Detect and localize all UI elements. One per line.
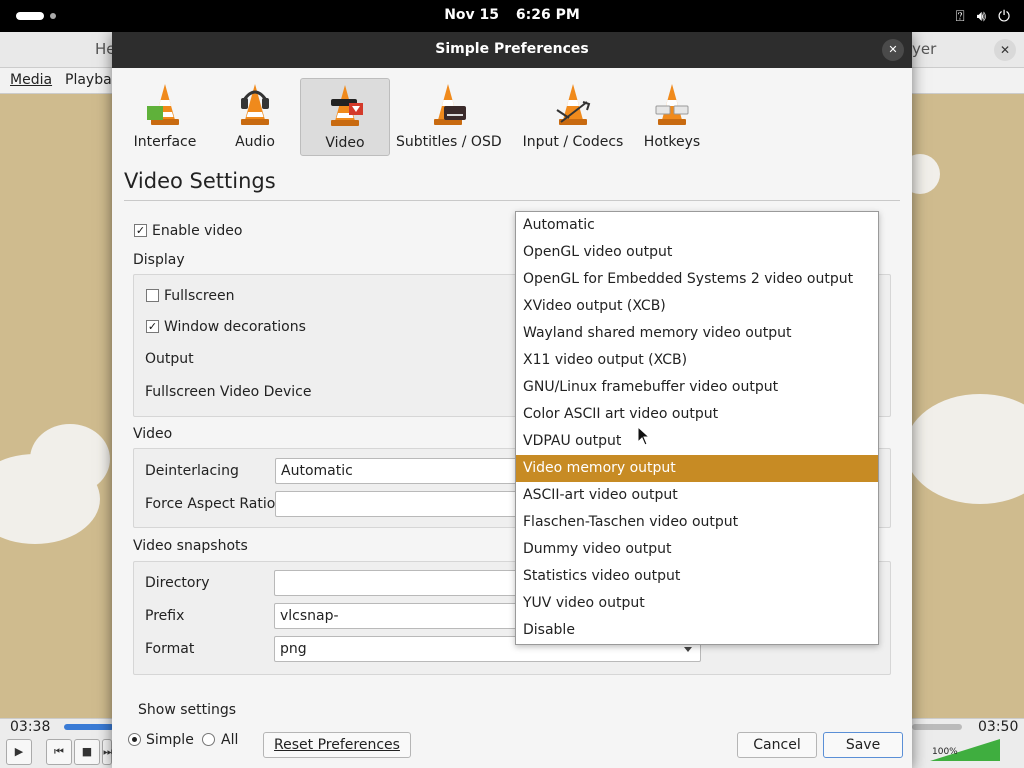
display-heading: Display xyxy=(133,252,185,268)
section-title: Video Settings xyxy=(124,169,276,193)
category-label: Subtitles / OSD xyxy=(396,134,502,150)
category-hotkeys[interactable]: Hotkeys xyxy=(636,78,708,156)
aspect-ratio-input[interactable] xyxy=(275,491,520,517)
accessibility-icon[interactable]: ⍰ xyxy=(956,7,965,25)
deinterlacing-select[interactable]: Automatic xyxy=(275,458,520,484)
vlc-close-icon[interactable]: ✕ xyxy=(994,39,1016,61)
output-option[interactable]: OpenGL for Embedded Systems 2 video outp… xyxy=(516,266,878,293)
seek-bar[interactable] xyxy=(64,724,114,730)
category-audio[interactable]: Audio xyxy=(222,78,288,156)
fullscreen-checkbox[interactable] xyxy=(146,289,159,302)
output-option[interactable]: GNU/Linux framebuffer video output xyxy=(516,374,878,401)
menu-media[interactable]: Media xyxy=(10,72,52,88)
system-top-bar: Nov 15 6:26 PM ⍰ 🔊︎ ⏻ xyxy=(0,0,1024,32)
audio-cone-icon xyxy=(241,84,269,125)
volume-label: 100% xyxy=(932,747,958,757)
elapsed-time: 03:38 xyxy=(10,719,51,735)
video-heading: Video xyxy=(133,426,173,442)
category-label: Audio xyxy=(235,134,275,150)
save-button[interactable]: Save xyxy=(823,732,903,758)
output-option[interactable]: Statistics video output xyxy=(516,563,878,590)
aspect-ratio-label: Force Aspect Ratio xyxy=(145,496,276,512)
date-label: Nov 15 xyxy=(444,7,500,23)
category-interface[interactable]: Interface xyxy=(126,78,204,156)
system-tray[interactable]: ⍰ 🔊︎ ⏻ xyxy=(956,7,1010,25)
section-divider xyxy=(124,200,900,201)
output-option[interactable]: ASCII-art video output xyxy=(516,482,878,509)
snapshots-heading: Video snapshots xyxy=(133,538,248,554)
chevron-down-icon[interactable] xyxy=(684,647,692,652)
dialog-titlebar: Simple Preferences ✕ xyxy=(112,32,912,68)
stop-icon[interactable]: ■ xyxy=(74,739,100,765)
output-option[interactable]: Disable xyxy=(516,617,878,644)
next-icon[interactable]: ⏭ xyxy=(102,739,113,765)
category-subtitles-osd[interactable]: Subtitles / OSD xyxy=(396,78,502,156)
play-icon[interactable]: ▶ xyxy=(6,739,32,765)
output-option[interactable]: Color ASCII art video output xyxy=(516,401,878,428)
output-option[interactable]: OpenGL video output xyxy=(516,239,878,266)
format-label: Format xyxy=(145,641,195,657)
reset-preferences-button[interactable]: Reset Preferences xyxy=(263,732,411,758)
output-option[interactable]: XVideo output (XCB) xyxy=(516,293,878,320)
all-radio-label[interactable]: All xyxy=(221,732,238,748)
cloud-shape xyxy=(905,394,1024,504)
volume-icon[interactable]: 🔊︎ xyxy=(977,7,986,25)
subtitles-cone-icon xyxy=(434,84,466,125)
mouse-cursor-icon xyxy=(637,426,651,446)
category-video[interactable]: Video xyxy=(300,78,390,156)
close-icon[interactable]: ✕ xyxy=(882,39,904,61)
reset-button-label: Reset Preferences xyxy=(274,737,400,753)
show-settings-label: Show settings xyxy=(138,702,237,718)
simple-radio-label[interactable]: Simple xyxy=(146,732,194,748)
output-option[interactable]: Dummy video output xyxy=(516,536,878,563)
output-option[interactable]: VDPAU output xyxy=(516,428,878,455)
cancel-button-label: Cancel xyxy=(753,737,801,753)
output-options: Automatic OpenGL video output OpenGL for E… xyxy=(516,212,878,644)
input-cone-icon xyxy=(556,84,591,125)
enable-video-label: Enable video xyxy=(152,223,243,239)
all-radio[interactable] xyxy=(202,733,215,746)
total-time: 03:50 xyxy=(978,719,1019,735)
enable-video-checkbox[interactable]: ✓ xyxy=(134,224,147,237)
time-label: 6:26 PM xyxy=(515,7,580,23)
interface-cone-icon xyxy=(147,84,179,125)
video-cone-icon xyxy=(331,85,363,126)
menu-playback[interactable]: Playba xyxy=(65,72,112,88)
category-input-codecs[interactable]: Input / Codecs xyxy=(510,78,636,156)
power-icon[interactable]: ⏻ xyxy=(998,7,1010,25)
hotkeys-cone-icon xyxy=(655,84,689,125)
output-dropdown-list[interactable]: Automatic OpenGL video output OpenGL for E… xyxy=(515,211,879,645)
output-option[interactable]: X11 video output (XCB) xyxy=(516,347,878,374)
output-option[interactable]: Automatic xyxy=(516,212,878,239)
vlc-title-fragment-right: yer xyxy=(912,40,937,58)
output-option[interactable]: YUV video output xyxy=(516,590,878,617)
seek-bar-remaining[interactable] xyxy=(912,724,962,730)
output-option[interactable]: Flaschen-Taschen video output xyxy=(516,509,878,536)
directory-label: Directory xyxy=(145,575,210,591)
window-decorations-label: Window decorations xyxy=(164,319,306,335)
category-label: Video xyxy=(325,135,365,151)
output-option[interactable]: Video memory output xyxy=(516,455,878,482)
fullscreen-label: Fullscreen xyxy=(164,288,235,304)
output-option[interactable]: Wayland shared memory video output xyxy=(516,320,878,347)
category-label: Interface xyxy=(133,134,197,150)
window-decorations-checkbox[interactable]: ✓ xyxy=(146,320,159,333)
simple-radio[interactable] xyxy=(128,733,141,746)
previous-icon[interactable]: ⏮ xyxy=(46,739,72,765)
deinterlacing-label: Deinterlacing xyxy=(145,463,239,479)
volume-slider[interactable]: 100% xyxy=(930,739,1000,763)
output-label: Output xyxy=(145,351,194,367)
cancel-button[interactable]: Cancel xyxy=(737,732,817,758)
directory-input[interactable] xyxy=(274,570,520,596)
prefix-input[interactable]: vlcsnap- xyxy=(274,603,520,629)
category-label: Input / Codecs xyxy=(522,134,624,150)
fullscreen-device-label: Fullscreen Video Device xyxy=(145,384,312,400)
prefix-label: Prefix xyxy=(145,608,185,624)
clock[interactable]: Nov 15 6:26 PM xyxy=(0,7,1024,23)
category-label: Hotkeys xyxy=(643,134,701,150)
dialog-title: Simple Preferences xyxy=(435,41,589,57)
cloud-shape xyxy=(30,424,110,494)
save-button-label: Save xyxy=(845,737,881,753)
